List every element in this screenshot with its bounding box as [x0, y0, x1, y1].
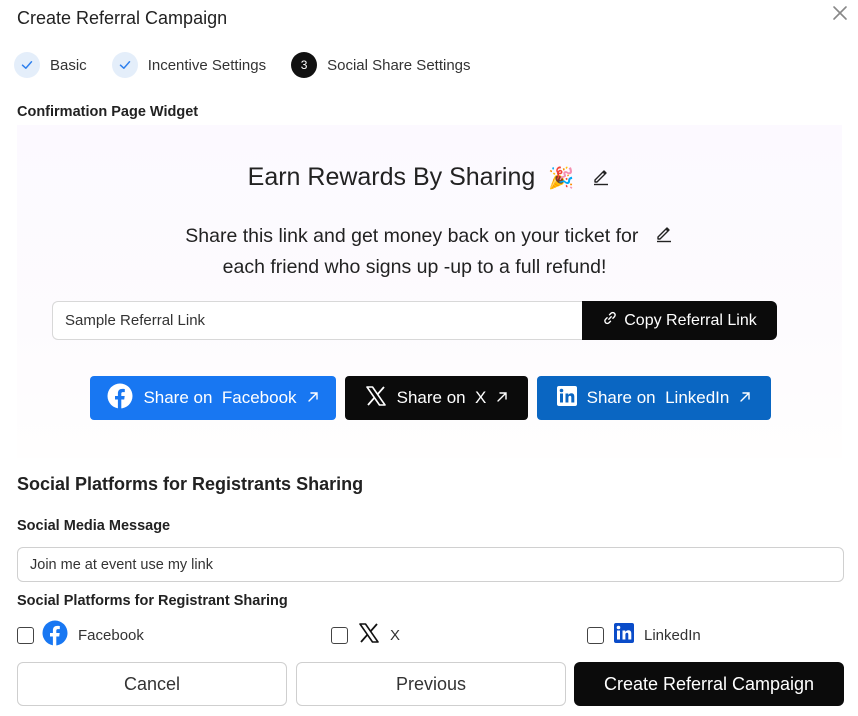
check-icon: [14, 52, 40, 78]
facebook-icon: [107, 383, 133, 414]
facebook-checkbox[interactable]: [17, 626, 34, 644]
step-basic[interactable]: Basic: [14, 52, 87, 78]
external-arrow-icon: [307, 388, 319, 408]
external-arrow-icon: [739, 388, 751, 408]
share-linkedin-button[interactable]: Share on LinkedIn: [537, 376, 771, 420]
platform-option-facebook[interactable]: Facebook: [17, 620, 144, 651]
cancel-button[interactable]: Cancel: [17, 662, 287, 706]
step-incentive-settings[interactable]: Incentive Settings: [111, 52, 267, 78]
share-facebook-button[interactable]: Share on Facebook: [90, 376, 336, 420]
platform-option-linkedin[interactable]: LinkedIn: [587, 621, 701, 649]
widget-desc-line2: each friend who signs up -up to a full r…: [222, 255, 607, 278]
dialog-title: Create Referral Campaign: [17, 8, 228, 28]
party-popper-icon: 🎉: [548, 167, 575, 190]
copy-referral-link-button[interactable]: Copy Referral Link: [582, 301, 777, 340]
check-icon: [111, 52, 138, 78]
step-label: Incentive Settings: [147, 56, 267, 74]
share-x-button[interactable]: Share on X: [345, 376, 528, 420]
step-label: Basic: [50, 56, 87, 74]
platform-label: LinkedIn: [644, 626, 701, 644]
stepper: Basic Incentive Settings 3 Social Share …: [14, 51, 496, 79]
x-icon: [358, 622, 380, 649]
edit-icon[interactable]: [591, 164, 611, 193]
create-referral-campaign-button[interactable]: Create Referral Campaign: [574, 662, 844, 706]
platform-option-x[interactable]: X: [331, 621, 400, 649]
share-facebook-label: Share on Facebook: [143, 388, 297, 407]
platform-label: X: [390, 626, 401, 644]
x-icon: [365, 385, 387, 412]
linkedin-icon: [614, 622, 634, 648]
social-media-message-label: Social Media Message: [17, 518, 171, 534]
share-linkedin-label: Share on LinkedIn: [586, 388, 730, 407]
share-x-label: Share on X: [396, 388, 487, 407]
edit-icon[interactable]: [654, 222, 674, 252]
section-label-confirmation-widget: Confirmation Page Widget: [17, 104, 199, 120]
step-label: Social Share Settings: [327, 56, 471, 74]
widget-desc-line1: Share this link and get money back on yo…: [185, 225, 639, 247]
social-media-message-input[interactable]: Join me at event use my link: [17, 547, 844, 582]
close-icon[interactable]: [830, 3, 850, 23]
x-checkbox[interactable]: [331, 626, 348, 644]
linkedin-checkbox[interactable]: [587, 626, 604, 644]
widget-title: Earn Rewards By Sharing 🎉: [17, 163, 842, 193]
linkedin-icon: [556, 385, 577, 411]
link-icon: [602, 310, 618, 331]
widget-title-text: Earn Rewards By Sharing: [247, 163, 536, 191]
step-number: 3: [291, 52, 318, 78]
facebook-icon: [42, 620, 68, 651]
referral-link-input[interactable]: Sample Referral Link: [52, 301, 582, 340]
external-arrow-icon: [496, 388, 508, 408]
referral-link-row: Sample Referral Link Copy Referral Link: [52, 301, 777, 340]
registrant-platforms-label: Social Platforms for Registrant Sharing: [17, 593, 288, 609]
confirmation-widget-preview: Earn Rewards By Sharing 🎉 Share this lin…: [17, 125, 842, 458]
step-social-share-settings[interactable]: 3 Social Share Settings: [291, 52, 471, 78]
widget-description: Share this link and get money back on yo…: [17, 221, 842, 282]
previous-button[interactable]: Previous: [296, 662, 566, 706]
copy-referral-link-label: Copy Referral Link: [624, 311, 757, 329]
platform-label: Facebook: [78, 626, 144, 644]
social-platforms-heading: Social Platforms for Registrants Sharing: [17, 474, 364, 494]
